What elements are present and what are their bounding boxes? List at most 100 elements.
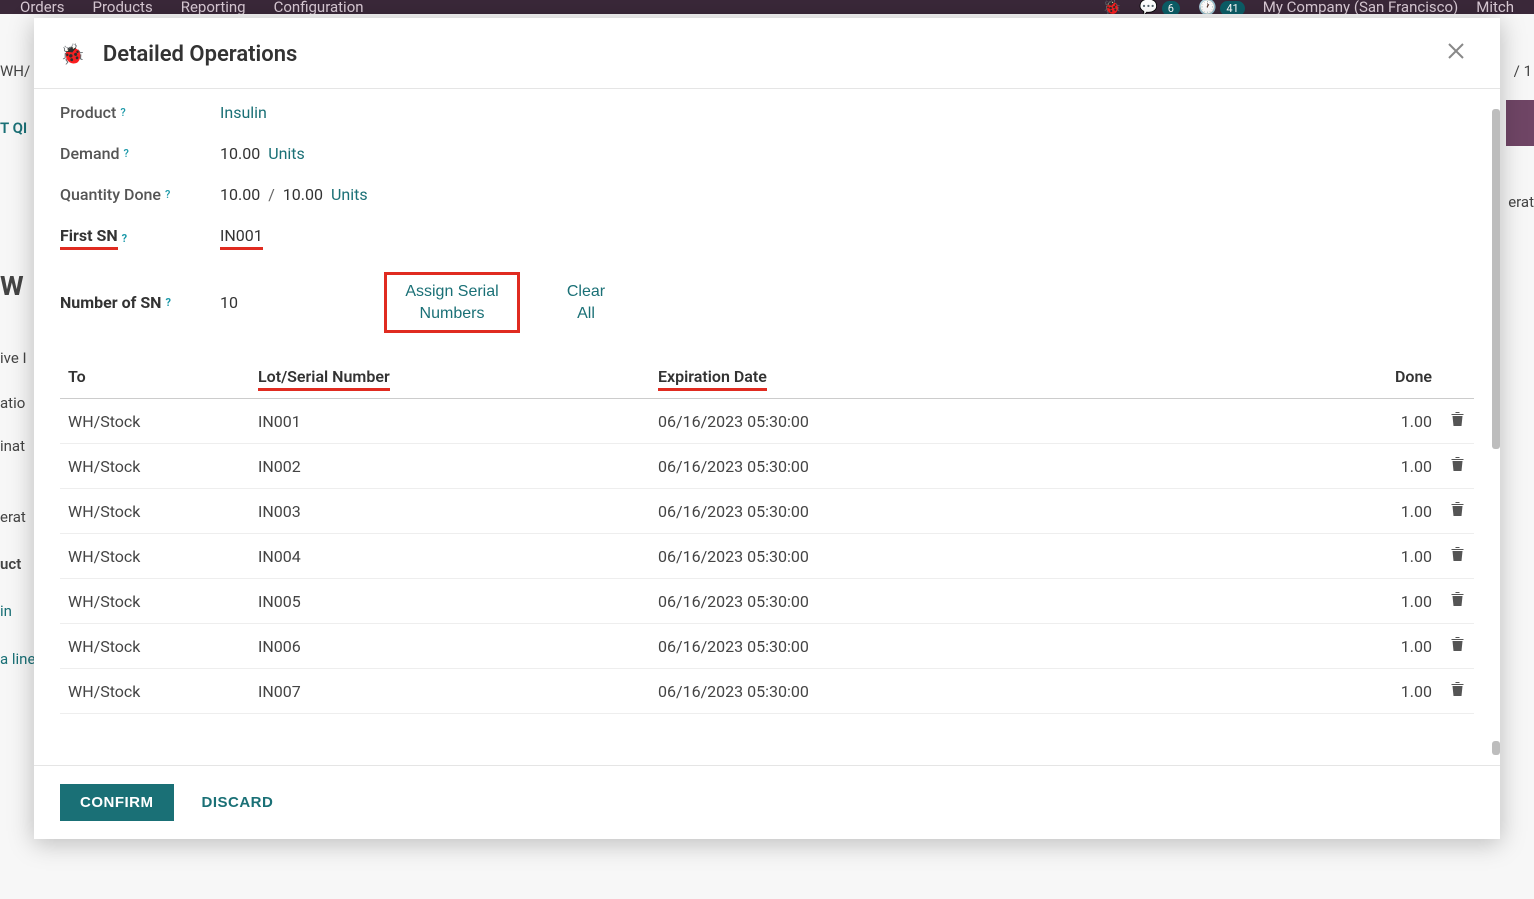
cell-to[interactable]: WH/Stock	[60, 399, 250, 444]
bg-text: uct	[0, 555, 21, 573]
cell-lot[interactable]: IN007	[250, 669, 650, 714]
number-of-sn-label: Number of SN	[60, 293, 161, 312]
trash-icon	[1450, 457, 1465, 476]
bg-breadcrumb: WH/	[0, 62, 30, 80]
cell-done[interactable]: 1.00	[1340, 669, 1440, 714]
col-to[interactable]: To	[60, 355, 250, 399]
table-row[interactable]: WH/StockIN00106/16/2023 05:30:001.00	[60, 399, 1474, 444]
product-label: Product	[60, 103, 116, 122]
col-actions	[1440, 355, 1474, 399]
menu-reporting[interactable]: Reporting	[181, 0, 246, 14]
cell-lot[interactable]: IN003	[250, 489, 650, 534]
confirm-button[interactable]: CONFIRM	[60, 784, 174, 821]
delete-row-button[interactable]	[1440, 624, 1474, 669]
cell-expiration[interactable]: 06/16/2023 05:30:00	[650, 624, 1340, 669]
cell-lot[interactable]: IN004	[250, 534, 650, 579]
cell-lot[interactable]: IN005	[250, 579, 650, 624]
demand-unit: Units	[268, 144, 305, 163]
help-icon[interactable]: ?	[120, 106, 125, 119]
col-done[interactable]: Done	[1340, 355, 1440, 399]
scrollbar-thumb[interactable]	[1492, 109, 1500, 449]
menu-configuration[interactable]: Configuration	[274, 0, 364, 14]
delete-row-button[interactable]	[1440, 399, 1474, 444]
table-row[interactable]: WH/StockIN00506/16/2023 05:30:001.00	[60, 579, 1474, 624]
cell-to[interactable]: WH/Stock	[60, 489, 250, 534]
close-button[interactable]	[1438, 36, 1474, 72]
field-demand: Demand ? 10.00 Units	[60, 144, 1474, 163]
cell-done[interactable]: 1.00	[1340, 444, 1440, 489]
delete-row-button[interactable]	[1440, 579, 1474, 624]
help-icon[interactable]: ?	[122, 232, 127, 245]
help-icon[interactable]: ?	[165, 188, 170, 201]
trash-icon	[1450, 592, 1465, 611]
number-of-sn-input[interactable]: 10	[220, 293, 238, 312]
menu-products[interactable]: Products	[93, 0, 153, 14]
help-icon[interactable]: ?	[124, 147, 129, 160]
bg-text: erat	[0, 508, 26, 526]
bg-button: T QI	[0, 119, 27, 137]
qty-unit: Units	[331, 185, 368, 204]
table-row[interactable]: WH/StockIN00206/16/2023 05:30:001.00	[60, 444, 1474, 489]
delete-row-button[interactable]	[1440, 444, 1474, 489]
col-lot-serial[interactable]: Lot/Serial Number	[250, 355, 650, 399]
messaging-icon[interactable]: 💬 6	[1139, 0, 1180, 14]
table-row[interactable]: WH/StockIN00606/16/2023 05:30:001.00	[60, 624, 1474, 669]
bg-text: ive I	[0, 349, 27, 367]
detailed-operations-dialog: 🐞 Detailed Operations Product ? Insulin …	[34, 18, 1500, 839]
cell-expiration[interactable]: 06/16/2023 05:30:00	[650, 444, 1340, 489]
cell-expiration[interactable]: 06/16/2023 05:30:00	[650, 534, 1340, 579]
menu-orders[interactable]: Orders	[20, 0, 65, 14]
cell-lot[interactable]: IN006	[250, 624, 650, 669]
user-menu[interactable]: Mitch	[1476, 0, 1514, 14]
delete-row-button[interactable]	[1440, 489, 1474, 534]
cell-to[interactable]: WH/Stock	[60, 444, 250, 489]
cell-done[interactable]: 1.00	[1340, 534, 1440, 579]
qty-done-label: Quantity Done	[60, 185, 161, 204]
cell-expiration[interactable]: 06/16/2023 05:30:00	[650, 669, 1340, 714]
trash-icon	[1450, 412, 1465, 431]
bg-pager: / 1	[1514, 62, 1532, 80]
bg-text: erat	[1508, 193, 1534, 211]
cell-done[interactable]: 1.00	[1340, 489, 1440, 534]
cell-done[interactable]: 1.00	[1340, 579, 1440, 624]
table-row[interactable]: WH/StockIN00306/16/2023 05:30:001.00	[60, 489, 1474, 534]
cell-to[interactable]: WH/Stock	[60, 669, 250, 714]
cell-expiration[interactable]: 06/16/2023 05:30:00	[650, 489, 1340, 534]
cell-done[interactable]: 1.00	[1340, 624, 1440, 669]
assign-serial-numbers-button[interactable]: Assign Serial Numbers	[397, 281, 507, 324]
bug-icon[interactable]: 🐞	[1103, 0, 1122, 14]
cell-to[interactable]: WH/Stock	[60, 624, 250, 669]
cell-expiration[interactable]: 06/16/2023 05:30:00	[650, 399, 1340, 444]
cell-to[interactable]: WH/Stock	[60, 579, 250, 624]
bg-text: inat	[0, 437, 25, 455]
delete-row-button[interactable]	[1440, 669, 1474, 714]
table-row[interactable]: WH/StockIN00406/16/2023 05:30:001.00	[60, 534, 1474, 579]
dialog-body: Product ? Insulin Demand ? 10.00 Units Q…	[34, 89, 1500, 765]
product-value[interactable]: Insulin	[220, 103, 267, 122]
cell-done[interactable]: 1.00	[1340, 399, 1440, 444]
delete-row-button[interactable]	[1440, 534, 1474, 579]
activity-icon[interactable]: 🕐 41	[1198, 0, 1245, 14]
app-topbar: Orders Products Reporting Configuration …	[0, 0, 1534, 14]
field-number-of-sn: Number of SN ? 10 Assign Serial Numbers …	[60, 272, 1474, 333]
bg-title: W	[0, 270, 24, 302]
discard-button[interactable]: DISCARD	[194, 784, 282, 821]
demand-value: 10.00	[220, 144, 260, 163]
bug-icon[interactable]: 🐞	[60, 42, 85, 66]
clear-all-button[interactable]: Clear All	[562, 272, 610, 333]
field-first-sn: First SN ? IN001	[60, 226, 1474, 250]
col-expiration[interactable]: Expiration Date	[650, 355, 1340, 399]
scrollbar-thumb[interactable]	[1492, 741, 1500, 755]
table-row[interactable]: WH/StockIN00706/16/2023 05:30:001.00	[60, 669, 1474, 714]
dialog-title: Detailed Operations	[103, 42, 297, 67]
trash-icon	[1450, 682, 1465, 701]
first-sn-input[interactable]: IN001	[220, 226, 263, 250]
cell-to[interactable]: WH/Stock	[60, 534, 250, 579]
cell-lot[interactable]: IN001	[250, 399, 650, 444]
help-icon[interactable]: ?	[165, 296, 170, 309]
cell-lot[interactable]: IN002	[250, 444, 650, 489]
dialog-header: 🐞 Detailed Operations	[34, 18, 1500, 89]
cell-expiration[interactable]: 06/16/2023 05:30:00	[650, 579, 1340, 624]
qty-done-value[interactable]: 10.00	[220, 185, 260, 204]
company-switcher[interactable]: My Company (San Francisco)	[1263, 0, 1458, 14]
